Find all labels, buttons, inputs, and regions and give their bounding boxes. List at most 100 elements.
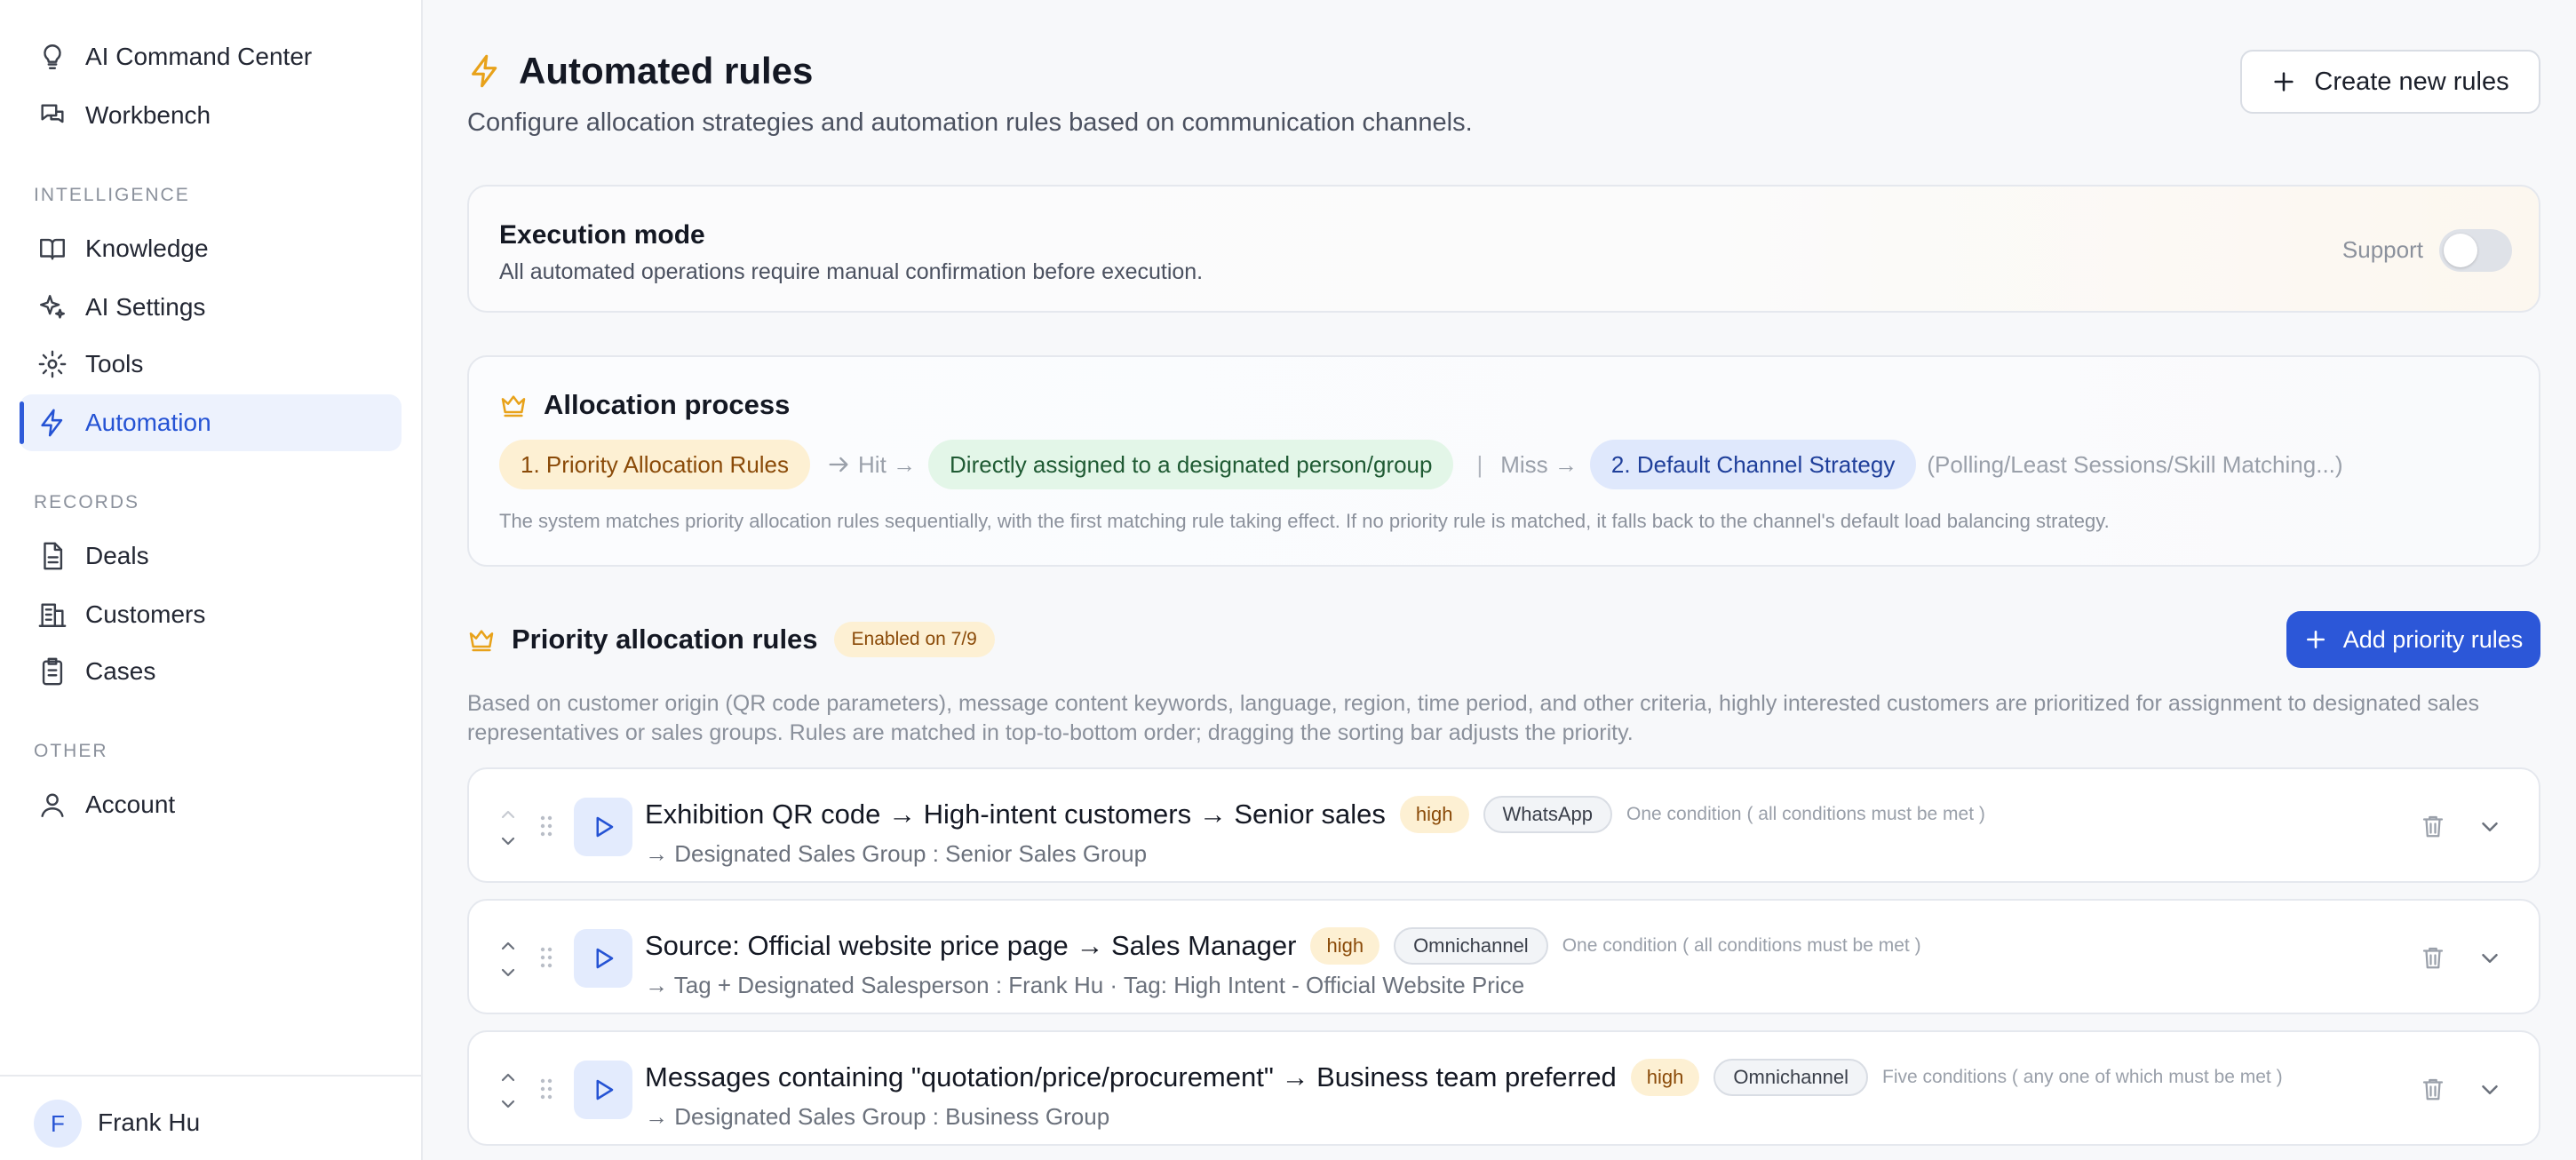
sidebar-item-label: Automation <box>85 409 211 436</box>
sidebar-item-knowledge[interactable]: Knowledge <box>20 220 402 277</box>
execution-mode-title: Execution mode <box>499 220 705 250</box>
priority-rules-header: Priority allocation rules Enabled on 7/9 <box>467 613 995 666</box>
expand-chevron-icon[interactable] <box>2477 945 2503 972</box>
default-channel-step: 2. Default Channel Strategy <box>1589 440 1917 489</box>
priority-allocation-step: 1. Priority Allocation Rules <box>499 440 811 489</box>
miss-label: Miss → <box>1500 450 1578 478</box>
sidebar-item-ai-settings[interactable]: AI Settings <box>20 279 402 336</box>
priority-badge: high <box>1630 1059 1700 1096</box>
sidebar-item-automation[interactable]: Automation <box>20 394 402 451</box>
hit-result-pill: Directly assigned to a designated person… <box>928 440 1454 489</box>
rule-title: Messages containing "quotation/price/pro… <box>645 1061 1617 1092</box>
sparkles-icon <box>37 292 68 322</box>
arrow-right-icon <box>826 452 851 477</box>
sidebar-item-deals[interactable]: Deals <box>20 528 402 584</box>
enabled-count-badge: Enabled on 7/9 <box>833 622 995 657</box>
priority-badge: high <box>1399 796 1469 833</box>
rule-row[interactable]: Source: Official website price page → Sa… <box>467 899 2540 1014</box>
book-icon <box>37 234 68 264</box>
rule-row[interactable]: Messages containing "quotation/price/pro… <box>467 1030 2540 1146</box>
user-name: Frank Hu <box>98 1108 201 1136</box>
add-priority-rules-button[interactable]: Add priority rules <box>2286 611 2540 668</box>
page-title: Automated rules <box>519 50 814 91</box>
sidebar-item-customers[interactable]: Customers <box>20 586 402 643</box>
toggle-knob <box>2444 234 2477 267</box>
building-icon <box>37 600 68 630</box>
sidebar-item-label: Workbench <box>85 101 211 129</box>
main-content: Automated rules Configure allocation str… <box>425 0 2576 1160</box>
rule-condition: One condition ( all conditions must be m… <box>1562 935 1921 956</box>
run-rule-button[interactable] <box>574 1061 632 1119</box>
priority-rules-description: Based on customer origin (QR code parame… <box>467 691 2480 745</box>
channel-badge: Omnichannel <box>1713 1059 1869 1096</box>
toggle-label: Support <box>2341 236 2423 263</box>
section-label-other: OTHER <box>34 741 108 761</box>
lightning-icon <box>467 53 503 89</box>
avatar: F <box>34 1100 82 1148</box>
drag-handle-icon[interactable] <box>538 814 554 838</box>
crown-icon <box>467 625 496 654</box>
play-icon <box>596 1079 614 1100</box>
page-title-row: Automated rules <box>467 50 813 92</box>
rule-header: Messages containing "quotation/price/pro… <box>645 1055 2283 1100</box>
lightning-icon <box>37 408 68 438</box>
flow-separator: | <box>1476 450 1483 478</box>
sidebar-item-label: Cases <box>85 657 156 685</box>
crown-icon <box>499 391 528 419</box>
sidebar-item-label: Account <box>85 791 176 818</box>
rule-title: Source: Official website price page → Sa… <box>645 930 1297 961</box>
execution-mode-toggle[interactable] <box>2439 229 2512 272</box>
run-rule-button[interactable] <box>574 798 632 856</box>
create-new-rules-label: Create new rules <box>2314 67 2509 96</box>
priority-rules-title: Priority allocation rules <box>512 624 818 655</box>
drag-handle-icon[interactable] <box>538 1077 554 1101</box>
lightbulb-icon <box>37 42 68 72</box>
allocation-process-card: Allocation process 1. Priority Allocatio… <box>467 355 2540 567</box>
priority-badge: high <box>1310 927 1380 965</box>
user-profile[interactable]: F Frank Hu <box>0 1075 423 1160</box>
default-strategy-detail: (Polling/Least Sessions/Skill Matching..… <box>1927 450 2343 478</box>
sidebar-item-cases[interactable]: Cases <box>20 643 402 700</box>
plus-icon <box>2271 69 2296 94</box>
sidebar-item-ai-command-center[interactable]: AI Command Center <box>20 28 402 85</box>
plus-icon <box>2304 628 2327 651</box>
sidebar-item-label: Customers <box>85 600 206 628</box>
sort-arrows-icon[interactable] <box>497 1068 519 1114</box>
rule-row[interactable]: Exhibition QR code → High-intent custome… <box>467 767 2540 883</box>
rule-action: → Designated Sales Group : Senior Sales … <box>645 840 1148 867</box>
user-icon <box>37 790 68 820</box>
allocation-flow: 1. Priority Allocation Rules Hit → Direc… <box>499 439 2343 490</box>
sidebar-item-label: Tools <box>85 350 144 377</box>
add-priority-rules-label: Add priority rules <box>2342 625 2524 653</box>
rule-header: Source: Official website price page → Sa… <box>645 924 1921 968</box>
expand-chevron-icon[interactable] <box>2477 1077 2503 1103</box>
hit-label: Hit → <box>858 450 917 478</box>
sidebar-item-tools[interactable]: Tools <box>20 336 402 393</box>
section-label-intelligence: INTELLIGENCE <box>34 185 190 205</box>
rule-action: → Tag + Designated Salesperson : Frank H… <box>645 972 1525 998</box>
trash-icon[interactable] <box>2420 1075 2446 1103</box>
rule-condition: One condition ( all conditions must be m… <box>1626 804 1985 824</box>
create-new-rules-button[interactable]: Create new rules <box>2240 50 2540 114</box>
sidebar-item-label: Deals <box>85 542 149 569</box>
sidebar-item-label: AI Settings <box>85 293 206 321</box>
sort-arrows-icon[interactable] <box>497 936 519 982</box>
channel-badge: WhatsApp <box>1483 796 1613 833</box>
trash-icon[interactable] <box>2420 943 2446 972</box>
trash-icon[interactable] <box>2420 812 2446 840</box>
page-subtitle: Configure allocation strategies and auto… <box>467 108 1473 137</box>
allocation-process-title: Allocation process <box>544 389 791 420</box>
sort-arrows-icon[interactable] <box>497 805 519 851</box>
sidebar-item-account[interactable]: Account <box>20 776 402 833</box>
execution-mode-card: Execution mode All automated operations … <box>467 185 2540 313</box>
rule-title: Exhibition QR code → High-intent custome… <box>645 798 1386 830</box>
drag-handle-icon[interactable] <box>538 945 554 970</box>
rule-action: → Designated Sales Group : Business Grou… <box>645 1103 1110 1130</box>
expand-chevron-icon[interactable] <box>2477 814 2503 840</box>
chat-bubbles-icon <box>37 100 68 131</box>
sidebar-item-workbench[interactable]: Workbench <box>20 87 402 144</box>
sidebar: AI Command Center Workbench INTELLIGENCE… <box>0 0 423 1160</box>
sidebar-item-label: Knowledge <box>85 234 209 262</box>
allocation-process-header: Allocation process <box>499 389 790 421</box>
run-rule-button[interactable] <box>574 929 632 988</box>
